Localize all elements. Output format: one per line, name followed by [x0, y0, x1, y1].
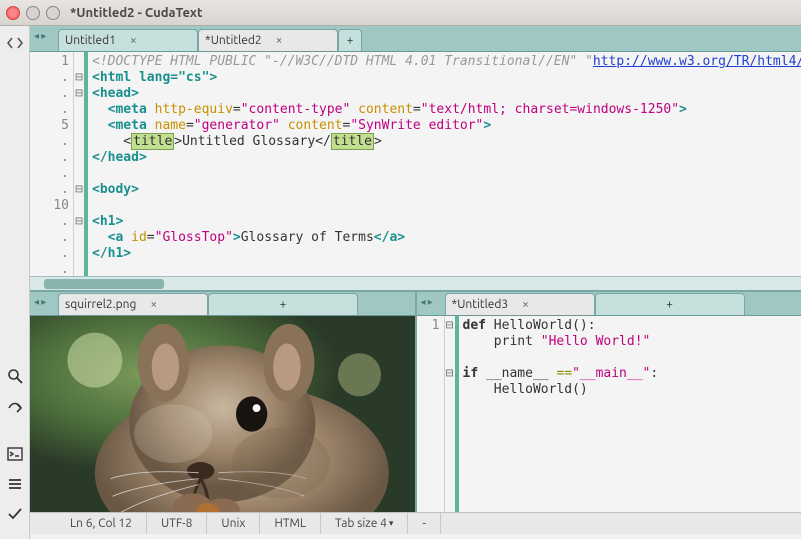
tab-untitled2[interactable]: *Untitled2 ×: [198, 29, 338, 51]
code-text[interactable]: <!DOCTYPE HTML PUBLIC "-//W3C//DTD HTML …: [88, 52, 801, 276]
new-tab-button[interactable]: +: [595, 293, 745, 315]
code-line: if __name__ =="__main__":: [463, 366, 659, 381]
tab-label: squirrel2.png: [65, 298, 136, 311]
fold-column[interactable]: ⊟ ⊟ ⊟ ⊟: [74, 52, 88, 276]
titlebar[interactable]: *Untitled2 - CudaText: [0, 0, 801, 26]
tab-untitled1[interactable]: Untitled1 ×: [58, 29, 198, 51]
doctype-url-link[interactable]: http://www.w3.org/TR/html4/loose.dt: [593, 54, 801, 69]
image-tabstrip: ◂ ▸ squirrel2.png × +: [30, 292, 415, 316]
status-more[interactable]: -: [408, 513, 440, 534]
tab-squirrel[interactable]: squirrel2.png ×: [58, 293, 208, 315]
tab-label: *Untitled2: [205, 34, 262, 47]
status-lexer[interactable]: HTML: [260, 513, 321, 534]
console-icon[interactable]: [4, 443, 26, 465]
code-text[interactable]: def HelloWorld(): print "Hello World!" i…: [459, 316, 801, 512]
tab-nav-arrows[interactable]: ◂ ▸: [421, 296, 433, 308]
search-icon[interactable]: [4, 365, 26, 387]
code-line: <a id="GlossTop">Glossary of Terms</a>: [92, 230, 405, 245]
goto-arrow-icon[interactable]: [4, 395, 26, 417]
editor-top: 1 . . . 5 . . . . 10 . . . . ⊟ ⊟ ⊟ ⊟ <!D…: [30, 52, 801, 290]
code-tree-icon[interactable]: [4, 32, 26, 54]
minimize-icon[interactable]: [26, 6, 40, 20]
close-icon[interactable]: ×: [130, 34, 137, 47]
code-pane-python[interactable]: 1 ⊟ ⊟ def HelloWorld(): print "Hello Wor…: [417, 316, 801, 512]
close-icon[interactable]: ×: [276, 34, 283, 47]
new-tab-button[interactable]: +: [208, 293, 358, 315]
code-line: <head>: [92, 86, 139, 101]
horizontal-scrollbar[interactable]: [30, 276, 801, 290]
status-tabsize[interactable]: Tab size 4▾: [321, 513, 408, 534]
pane-image: ◂ ▸ squirrel2.png × +: [30, 292, 415, 512]
sidebar: [0, 26, 30, 539]
status-encoding[interactable]: UTF-8: [147, 513, 207, 534]
tab-label: Untitled1: [65, 34, 116, 47]
statusbar: Ln 6, Col 12 UTF-8 Unix HTML Tab size 4▾…: [30, 512, 801, 534]
code-line: <h1>: [92, 214, 123, 229]
tab-nav-arrows[interactable]: ◂ ▸: [34, 30, 46, 42]
image-viewer[interactable]: [30, 316, 415, 512]
code-line: print "Hello World!": [463, 334, 651, 349]
window-title: *Untitled2 - CudaText: [70, 6, 203, 20]
line-gutter[interactable]: 1 . . . 5 . . . . 10 . . . .: [30, 52, 74, 276]
new-tab-button[interactable]: +: [338, 29, 362, 51]
code-line: <body>: [92, 182, 139, 197]
code-line: <title>Untitled Glossary</title>: [92, 133, 382, 150]
code-pane-html[interactable]: 1 . . . 5 . . . . 10 . . . . ⊟ ⊟ ⊟ ⊟ <!D…: [30, 52, 801, 276]
content-area: ◂ ▸ Untitled1 × *Untitled2 × + 1 . . . 5…: [30, 26, 801, 539]
close-icon[interactable]: [6, 6, 20, 20]
menu-icon[interactable]: [4, 473, 26, 495]
line-gutter[interactable]: 1: [417, 316, 445, 512]
scrollbar-thumb[interactable]: [44, 279, 164, 289]
python-tabstrip: ◂ ▸ *Untitled3 × +: [417, 292, 801, 316]
maximize-icon[interactable]: [46, 6, 60, 20]
close-icon[interactable]: ×: [522, 298, 529, 311]
app-window: *Untitled2 - CudaText ◂ ▸ Untitled1 ×: [0, 0, 801, 539]
code-line: <meta name="generator" content="SynWrite…: [92, 118, 491, 133]
close-icon[interactable]: ×: [150, 298, 157, 311]
code-line: </h1>: [92, 246, 131, 261]
status-line-endings[interactable]: Unix: [207, 513, 260, 534]
bottom-panes: ◂ ▸ squirrel2.png × +: [30, 290, 801, 512]
code-line: HelloWorld(): [463, 382, 588, 397]
pane-python: ◂ ▸ *Untitled3 × + 1 ⊟ ⊟ def HelloWorld(…: [415, 292, 801, 512]
fold-column[interactable]: ⊟ ⊟: [445, 316, 459, 512]
code-line: <meta http-equiv="content-type" content=…: [92, 102, 687, 117]
squirrel-image: [30, 316, 415, 512]
code-line: <html lang="cs">: [92, 70, 217, 85]
tab-nav-arrows[interactable]: ◂ ▸: [34, 296, 46, 308]
tab-untitled3[interactable]: *Untitled3 ×: [445, 293, 595, 315]
tab-label: *Untitled3: [452, 298, 509, 311]
check-icon[interactable]: [4, 503, 26, 525]
code-line: def HelloWorld():: [463, 318, 596, 333]
code-line: </head>: [92, 150, 147, 165]
top-tabstrip: ◂ ▸ Untitled1 × *Untitled2 × +: [30, 26, 801, 52]
main-row: ◂ ▸ Untitled1 × *Untitled2 × + 1 . . . 5…: [0, 26, 801, 539]
status-position[interactable]: Ln 6, Col 12: [30, 513, 147, 534]
